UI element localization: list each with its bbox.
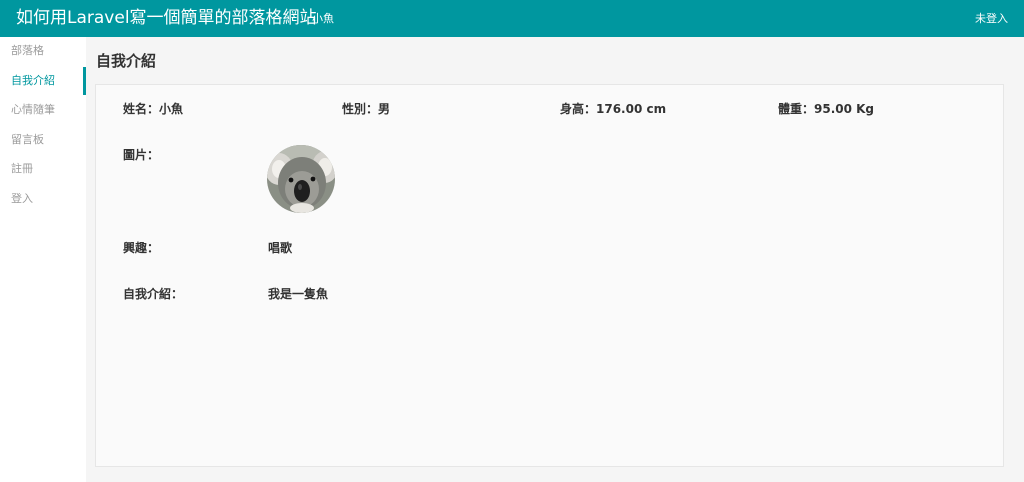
- sidebar-item-guestbook[interactable]: 留言板: [0, 126, 86, 154]
- sidebar-item-blog[interactable]: 部落格: [0, 37, 86, 65]
- profile-intro-value: 我是一隻魚: [268, 287, 329, 301]
- sidebar-item-register[interactable]: 註冊: [0, 155, 86, 183]
- profile-card: [95, 84, 1004, 467]
- profile-gender: 性別：男: [342, 102, 391, 116]
- sidebar-item-diary[interactable]: 心情隨筆: [0, 96, 86, 124]
- profile-name: 姓名：小魚: [123, 102, 184, 116]
- site-title-link[interactable]: 如何用Laravel寫一個簡單的部落格網站: [16, 6, 317, 30]
- profile-intro-label: 自我介紹：: [123, 287, 184, 301]
- profile-hobby-value: 唱歌: [268, 241, 293, 255]
- user-name: 小魚: [312, 12, 334, 25]
- page-title: 自我介紹: [96, 52, 157, 70]
- profile-weight: 體重：95.00 Kg: [778, 102, 875, 116]
- profile-height: 身高：176.00 cm: [560, 102, 667, 116]
- sidebar-item-about[interactable]: 自我介紹: [0, 67, 86, 95]
- profile-hobby-label: 興趣：: [123, 241, 160, 255]
- login-status[interactable]: 未登入: [975, 11, 1008, 27]
- profile-avatar: [267, 145, 335, 213]
- top-header: 如何用Laravel寫一個簡單的部落格網站 小魚 未登入: [0, 0, 1024, 37]
- sidebar: 部落格 自我介紹 心情隨筆 留言板 註冊 登入: [0, 37, 86, 482]
- koala-photo-icon: [267, 145, 335, 213]
- profile-picture-label: 圖片：: [123, 148, 160, 162]
- sidebar-item-login[interactable]: 登入: [0, 185, 86, 213]
